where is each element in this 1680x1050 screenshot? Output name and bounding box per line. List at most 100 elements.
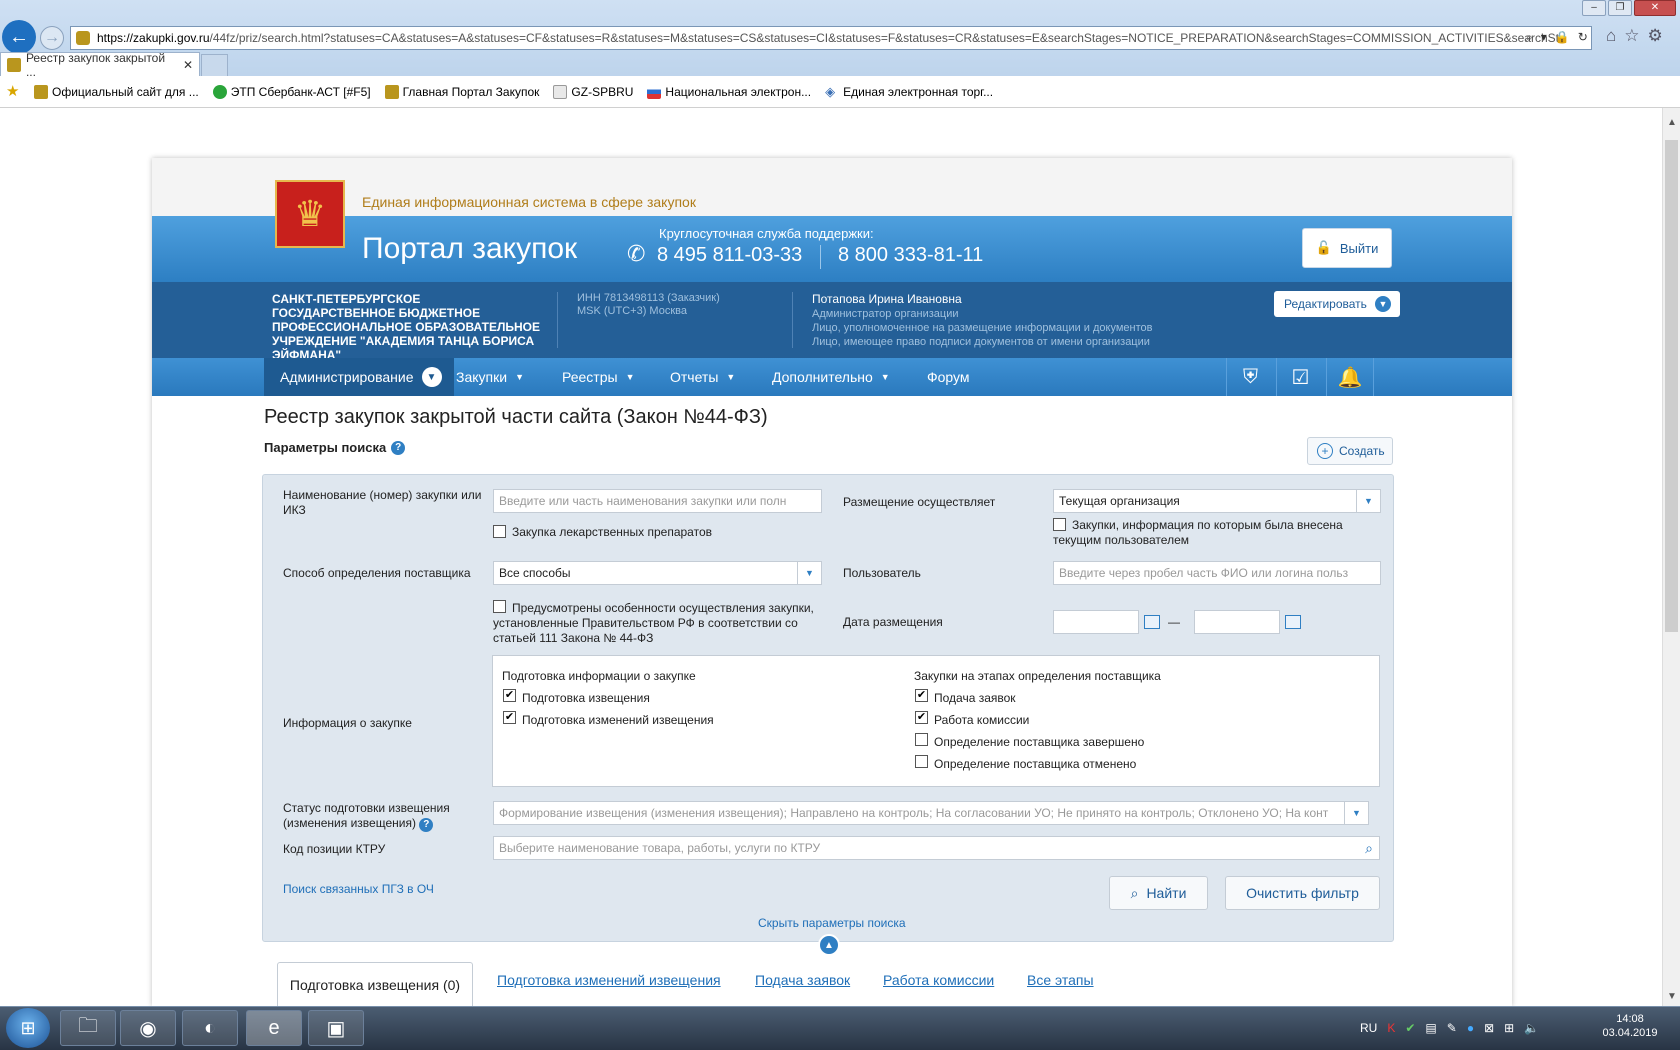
tab-prep-changes[interactable]: Подготовка изменений извещения — [497, 972, 721, 988]
tab-all-stages[interactable]: Все этапы — [1027, 972, 1094, 988]
purchase-name-input[interactable]: Введите или часть наименования закупки и… — [493, 489, 822, 513]
bell-icon[interactable]: 🔔 — [1326, 358, 1374, 396]
close-window-button[interactable]: ✕ — [1634, 0, 1676, 16]
favorite-link-1[interactable]: ЭТП Сбербанк-АСТ [#F5] — [212, 84, 371, 99]
method-select[interactable]: Все способы ▼ — [493, 561, 822, 585]
antivirus-icon[interactable]: K — [1387, 1021, 1395, 1035]
tray-app-icon[interactable]: ● — [1467, 1021, 1474, 1035]
status-label: Статус подготовки извещения (изменения и… — [283, 801, 450, 832]
scroll-down-icon[interactable]: ▼ — [1663, 988, 1680, 1006]
chevron-down-icon: ▼ — [1374, 296, 1391, 312]
calendar-icon[interactable] — [1285, 615, 1301, 629]
internet-explorer-icon[interactable]: e — [246, 1010, 302, 1046]
network-icon[interactable]: ⊞ — [1504, 1021, 1514, 1035]
favorite-link-3[interactable]: GZ-SPBRU — [553, 84, 633, 99]
hide-params-link[interactable]: Скрыть параметры поиска — [758, 916, 906, 930]
menu-registries[interactable]: Реестры ▼ — [562, 358, 634, 396]
status-select[interactable]: Формирование извещения (изменения извеще… — [493, 801, 1369, 825]
system-clock[interactable]: 14:08 03.04.2019 — [1595, 1012, 1665, 1040]
browser-tab[interactable]: Реестр закупок закрытой ... ✕ — [0, 50, 200, 79]
scroll-up-icon[interactable]: ▲ — [1663, 114, 1680, 132]
file-explorer-icon[interactable]: 🗀 — [60, 1010, 116, 1046]
user-input[interactable]: Введите через пробел часть ФИО или логин… — [1053, 561, 1381, 585]
tab-prep-notice[interactable]: Подготовка извещения (0) — [277, 962, 473, 1006]
stage-completed-checkbox[interactable] — [915, 733, 928, 746]
date-to-input[interactable] — [1194, 610, 1280, 634]
menu-forum[interactable]: Форум — [927, 358, 970, 396]
tray-app-icon[interactable]: ✎ — [1447, 1021, 1457, 1035]
calendar-check-icon[interactable]: ☑ — [1276, 358, 1324, 396]
current-user-label: Закупки, информация по которым была внес… — [1053, 518, 1343, 547]
add-favorite-star-icon[interactable]: ★ — [6, 84, 20, 99]
user-role: Лицо, уполномоченное на размещение инфор… — [812, 322, 1153, 334]
back-button[interactable]: ← — [2, 20, 36, 54]
drugs-label: Закупка лекарственных препаратов — [512, 525, 712, 539]
favorite-link-4[interactable]: Национальная электрон... — [647, 84, 811, 99]
help-icon[interactable]: ? — [391, 440, 406, 455]
tray-app-icon[interactable]: ⊠ — [1484, 1021, 1494, 1035]
close-tab-icon[interactable]: ✕ — [183, 58, 193, 72]
shield-icon[interactable]: ⛨ — [1226, 358, 1274, 396]
tray-app-icon[interactable]: ▤ — [1425, 1021, 1436, 1035]
help-icon[interactable]: ? — [419, 817, 434, 832]
find-button[interactable]: ⌕ Найти — [1109, 876, 1208, 910]
security-icon[interactable]: ✔ — [1405, 1021, 1415, 1035]
caret-down-icon: ▼ — [880, 372, 890, 382]
firefox-icon[interactable]: ◐ — [182, 1010, 238, 1046]
tab-applications[interactable]: Подача заявок — [755, 972, 850, 988]
create-button[interactable]: + Создать — [1307, 437, 1393, 465]
prep-notice-checkbox[interactable]: ✔ — [503, 689, 516, 702]
support-phone-2: 8 800 333-81-11 — [838, 244, 984, 266]
clear-filter-button[interactable]: Очистить фильтр — [1225, 876, 1380, 910]
date-from-input[interactable] — [1053, 610, 1139, 634]
portal-title[interactable]: Портал закупок — [362, 232, 577, 266]
dropdown-icon[interactable]: ▾ — [1541, 30, 1547, 45]
language-indicator[interactable]: RU — [1360, 1021, 1377, 1035]
window-app-icon[interactable]: ▣ — [308, 1010, 364, 1046]
volume-icon[interactable]: 🔈 — [1524, 1021, 1539, 1035]
chrome-icon[interactable]: ◉ — [120, 1010, 176, 1046]
stage-cancelled-checkbox[interactable] — [915, 755, 928, 768]
browser-chrome: – ❐ ✕ ← → https://zakupki.gov.ru/44fz/pr… — [0, 0, 1680, 108]
menu-reports[interactable]: Отчеты ▼ — [670, 358, 735, 396]
home-icon[interactable]: ⌂ — [1606, 26, 1616, 46]
purchase-name-label: Наименование (номер) закупки или ИКЗ — [283, 488, 482, 517]
scrollbar-thumb[interactable] — [1665, 140, 1678, 632]
refresh-icon[interactable]: ↻ — [1578, 30, 1588, 45]
related-search-link[interactable]: Поиск связанных ПГЗ в ОЧ — [283, 882, 434, 896]
edit-profile-button[interactable]: Редактировать ▼ — [1274, 291, 1400, 317]
menu-additional[interactable]: Дополнительно ▼ — [772, 358, 890, 396]
favorite-link-0[interactable]: Официальный сайт для ... — [34, 84, 199, 99]
favorites-star-icon[interactable]: ☆ — [1624, 26, 1639, 46]
caret-down-icon: ▼ — [625, 372, 635, 382]
tab-commission[interactable]: Работа комиссии — [883, 972, 994, 988]
favorite-link-2[interactable]: Главная Портал Закупок — [384, 84, 539, 99]
drugs-checkbox[interactable] — [493, 525, 506, 538]
vertical-scrollbar[interactable]: ▲ ▼ — [1662, 108, 1680, 1006]
prep-changes-checkbox[interactable]: ✔ — [503, 711, 516, 724]
ktru-input[interactable]: Выберите наименование товара, работы, ус… — [493, 836, 1380, 860]
search-icon[interactable]: ⌕ — [1526, 30, 1533, 45]
stage-commission-checkbox[interactable]: ✔ — [915, 711, 928, 724]
calendar-icon[interactable] — [1144, 615, 1160, 629]
placement-select[interactable]: Текущая организация ▼ — [1053, 489, 1381, 513]
user-roles: Администратор организации Лицо, уполномо… — [812, 307, 1152, 349]
gear-icon[interactable]: ⚙ — [1648, 26, 1663, 46]
stage-applications-checkbox[interactable]: ✔ — [915, 689, 928, 702]
new-tab-button[interactable] — [201, 54, 228, 76]
menu-purchases[interactable]: Закупки ▼ — [456, 358, 524, 396]
favorite-link-5[interactable]: ◈ Единая электронная торг... — [825, 84, 993, 99]
collapse-up-icon[interactable]: ▲ — [818, 934, 840, 956]
maximize-button[interactable]: ❐ — [1608, 0, 1632, 16]
menu-administration[interactable]: Администрирование ▼ — [264, 358, 454, 396]
forward-button[interactable]: → — [40, 26, 64, 50]
address-bar[interactable]: https://zakupki.gov.ru/44fz/priz/search.… — [70, 26, 1592, 50]
logout-icon: 🔓 — [1315, 240, 1332, 255]
logout-button[interactable]: 🔓 Выйти — [1302, 228, 1392, 268]
start-button[interactable]: ⊞ — [6, 1008, 50, 1048]
tab-title: Реестр закупок закрытой ... — [25, 50, 166, 79]
search-params-heading: Параметры поиска? — [264, 440, 406, 455]
search-icon[interactable]: ⌕ — [1365, 837, 1373, 859]
minimize-button[interactable]: – — [1582, 0, 1606, 16]
support-label: Круглосуточная служба поддержки: — [659, 226, 874, 241]
